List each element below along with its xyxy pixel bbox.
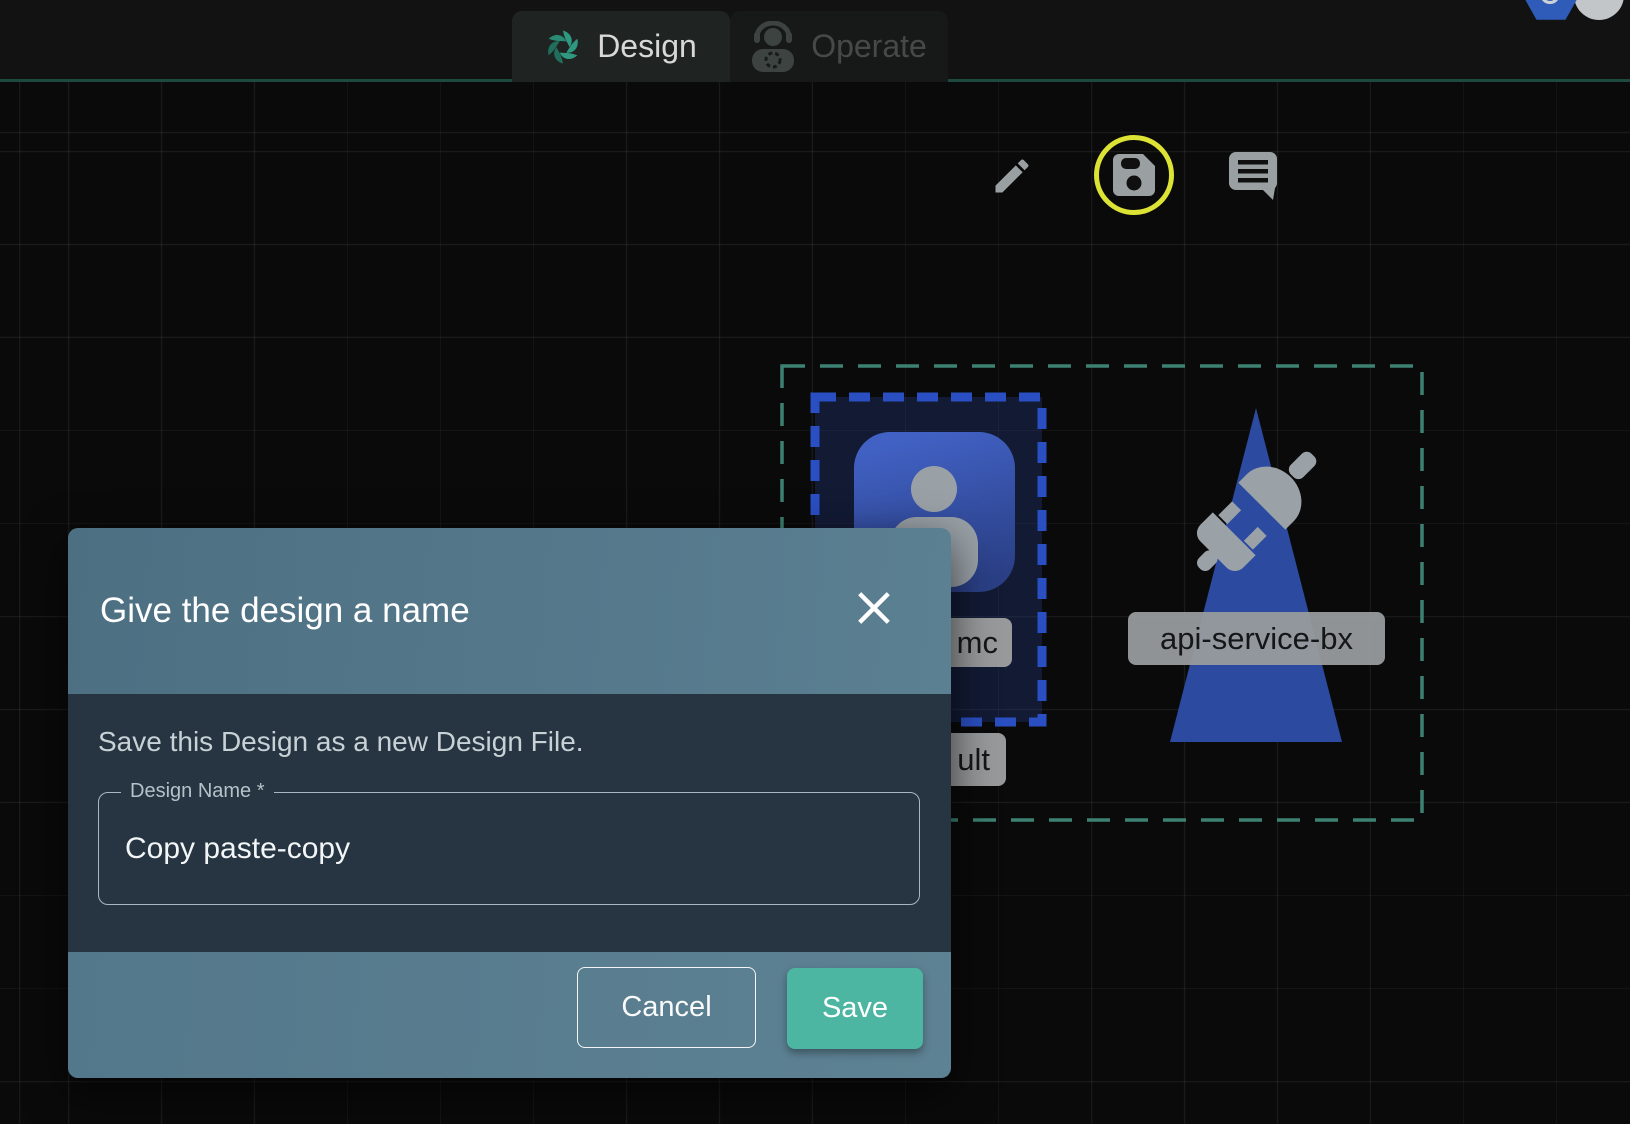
save-floppy-icon: [1113, 154, 1155, 196]
design-name-input[interactable]: [99, 793, 919, 904]
dialog-description: Save this Design as a new Design File.: [98, 726, 584, 758]
dialog-body: Save this Design as a new Design File. D…: [68, 694, 951, 952]
comment-button[interactable]: [1229, 152, 1279, 200]
design-name-field: Design Name *: [98, 792, 920, 905]
tab-design-label: Design: [597, 28, 697, 65]
tab-design[interactable]: Design: [512, 11, 730, 82]
kubernetes-wheel-icon: [1540, 0, 1560, 4]
comment-icon: [1229, 152, 1279, 200]
edit-pencil-icon: [990, 154, 1034, 198]
save-button[interactable]: Save: [787, 968, 923, 1049]
tab-operate-label: Operate: [811, 28, 927, 65]
api-service-label: api-service-bx: [1128, 612, 1385, 665]
close-icon: [852, 586, 896, 630]
kubernetes-context-badge[interactable]: [1522, 0, 1580, 22]
save-design-dialog: Give the design a name Save this Design …: [68, 528, 951, 1078]
design-name-label: Design Name *: [121, 780, 274, 803]
edit-design-button[interactable]: [989, 154, 1035, 200]
avatar[interactable]: [1574, 0, 1624, 20]
close-button[interactable]: [850, 585, 898, 633]
cancel-button[interactable]: Cancel: [577, 967, 756, 1048]
dialog-header: Give the design a name: [68, 528, 951, 694]
meshery-logo-icon: [545, 29, 581, 65]
tab-operate[interactable]: Operate: [730, 11, 948, 82]
mode-switch-bar: Design Operate: [0, 0, 1630, 82]
save-design-button[interactable]: [1094, 135, 1174, 215]
dialog-footer: Cancel Save: [68, 952, 951, 1078]
dialog-title: Give the design a name: [68, 591, 470, 631]
operate-bot-icon: [751, 21, 795, 73]
